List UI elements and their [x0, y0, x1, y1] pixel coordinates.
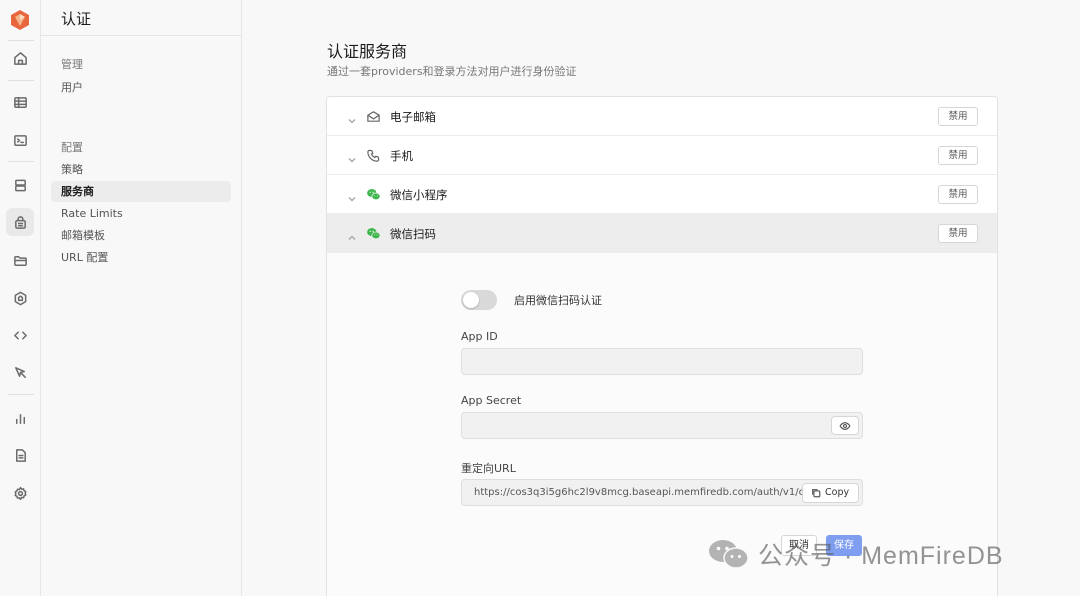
page-title: 认证服务商: [327, 42, 408, 61]
disable-button[interactable]: 禁用: [938, 185, 978, 204]
toggle-knob: [463, 292, 479, 308]
provider-label: 电子邮箱: [390, 110, 436, 124]
settings-gear-icon[interactable]: [6, 479, 34, 507]
app-id-label: App ID: [461, 330, 498, 343]
table-editor-icon[interactable]: [6, 88, 34, 116]
chevron-down-icon: [347, 189, 357, 202]
provider-row-phone[interactable]: 手机 禁用: [327, 136, 997, 175]
main-content: 认证服务商 通过一套providers和登录方法对用户进行身份验证 电子邮箱 禁…: [242, 0, 1080, 596]
menu-item-url-config[interactable]: URL 配置: [51, 247, 231, 268]
redirect-url-label: 重定向URL: [461, 462, 516, 475]
database-icon[interactable]: [6, 171, 34, 199]
chevron-down-icon: [347, 150, 357, 163]
menu-item-providers[interactable]: 服务商: [51, 181, 231, 202]
menu-title: 认证: [61, 10, 92, 28]
home-icon[interactable]: [6, 44, 34, 72]
provider-row-wechat-qr[interactable]: 微信扫码 禁用: [327, 214, 997, 253]
enable-wechat-qr-toggle[interactable]: [461, 290, 497, 310]
app-id-input[interactable]: [461, 348, 863, 375]
docs-icon[interactable]: [6, 441, 34, 469]
menu-divider: [41, 35, 241, 36]
disable-button[interactable]: 禁用: [938, 224, 978, 243]
wechat-icon: [367, 189, 381, 201]
watermark-text: 公众号 · MemFireDB: [758, 542, 1004, 570]
providers-panel: 电子邮箱 禁用 手机 禁用 微信小程序 禁用 微信扫码 禁用 启用微信扫码认证: [326, 96, 998, 596]
logo-icon[interactable]: [9, 9, 31, 31]
provider-label: 微信扫码: [390, 227, 436, 241]
api-code-icon[interactable]: [6, 321, 34, 349]
disable-button[interactable]: 禁用: [938, 146, 978, 165]
storage-icon[interactable]: [6, 246, 34, 274]
sql-editor-icon[interactable]: [6, 126, 34, 154]
provider-row-wechat-miniprogram[interactable]: 微信小程序 禁用: [327, 175, 997, 214]
redirect-url-value: https://cos3q3i5g6hc2l9v8mcg.baseapi.mem…: [474, 487, 811, 498]
provider-row-email[interactable]: 电子邮箱 禁用: [327, 97, 997, 136]
menu-item-email-templates[interactable]: 邮箱模板: [51, 225, 231, 246]
icon-rail: [0, 0, 41, 596]
menu-item-users[interactable]: 用户: [51, 77, 231, 98]
menu-item-rate-limits[interactable]: Rate Limits: [51, 203, 231, 224]
redirect-url-input[interactable]: https://cos3q3i5g6hc2l9v8mcg.baseapi.mem…: [461, 479, 863, 506]
section-config-heading: 配置: [61, 141, 83, 154]
disable-button[interactable]: 禁用: [938, 107, 978, 126]
page-subtitle: 通过一套providers和登录方法对用户进行身份验证: [327, 65, 577, 78]
menu-item-policies[interactable]: 策略: [51, 159, 231, 180]
section-manage-heading: 管理: [61, 58, 83, 71]
eye-icon: [839, 421, 851, 430]
edge-functions-icon[interactable]: [6, 284, 34, 312]
chevron-down-icon: [347, 111, 357, 124]
copy-icon: [812, 489, 821, 498]
provider-label: 手机: [390, 149, 413, 163]
chevron-up-icon: [347, 228, 357, 241]
toggle-label: 启用微信扫码认证: [514, 294, 602, 307]
wechat-icon: [367, 228, 381, 240]
provider-label: 微信小程序: [390, 188, 448, 202]
reveal-secret-button[interactable]: [831, 416, 859, 435]
copy-button[interactable]: Copy: [802, 483, 859, 503]
copy-label: Copy: [825, 487, 850, 498]
cursor-icon[interactable]: [6, 358, 34, 386]
wechat-logo-icon: [709, 540, 749, 569]
auth-side-menu: 认证 管理 用户 配置 策略 服务商 Rate Limits 邮箱模板 URL …: [41, 0, 242, 596]
auth-icon[interactable]: [6, 208, 34, 236]
app-secret-input[interactable]: [461, 412, 863, 439]
mail-icon: [367, 111, 380, 122]
app-secret-label: App Secret: [461, 394, 522, 407]
wechat-watermark: 公众号 · MemFireDB: [708, 534, 1004, 574]
phone-icon: [367, 149, 380, 162]
reports-icon[interactable]: [6, 404, 34, 432]
